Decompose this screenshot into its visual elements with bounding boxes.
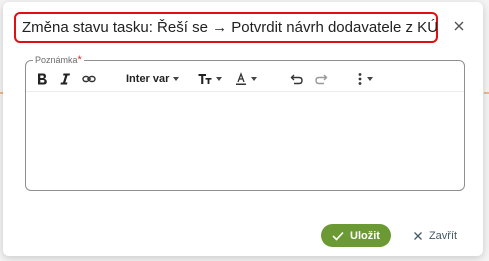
note-field: Poznámka* Inter var: [25, 54, 465, 191]
dialog-title: Změna stavu tasku: Řeší se → Potvrdit ná…: [22, 19, 439, 36]
font-size-icon: [198, 74, 212, 84]
link-icon[interactable]: [82, 71, 96, 87]
chevron-down-icon: [216, 77, 222, 81]
note-label: Poznámka*: [33, 54, 84, 66]
font-size-select[interactable]: [198, 71, 222, 87]
check-icon: [332, 231, 344, 241]
undo-icon[interactable]: [290, 71, 304, 87]
dialog-title-box: Změna stavu tasku: Řeší se → Potvrdit ná…: [14, 12, 438, 43]
close-icon: [413, 231, 422, 240]
more-vertical-icon[interactable]: [357, 71, 373, 87]
close-icon[interactable]: [451, 18, 467, 34]
chevron-down-icon: [367, 77, 373, 81]
editor-toolbar: Inter var: [26, 69, 464, 92]
save-button[interactable]: Uložit: [321, 224, 391, 247]
font-family-label: Inter var: [126, 73, 170, 85]
backdrop-accent-line: [484, 92, 489, 94]
redo-icon[interactable]: [314, 71, 328, 87]
bold-icon[interactable]: [36, 71, 48, 87]
note-editor[interactable]: [30, 93, 460, 186]
font-family-select[interactable]: Inter var: [126, 71, 180, 87]
close-button[interactable]: Zavřít: [405, 224, 465, 247]
status-change-dialog: Změna stavu tasku: Řeší se → Potvrdit ná…: [3, 2, 483, 256]
note-label-text: Poznámka: [35, 55, 78, 65]
text-color-select[interactable]: [235, 71, 257, 87]
text-color-icon: [236, 72, 246, 85]
chevron-down-icon: [251, 77, 257, 81]
save-button-label: Uložit: [350, 229, 380, 242]
chevron-down-icon: [173, 77, 180, 81]
required-mark: *: [77, 54, 82, 66]
italic-icon[interactable]: [59, 71, 71, 87]
close-button-label: Zavřít: [428, 229, 458, 242]
